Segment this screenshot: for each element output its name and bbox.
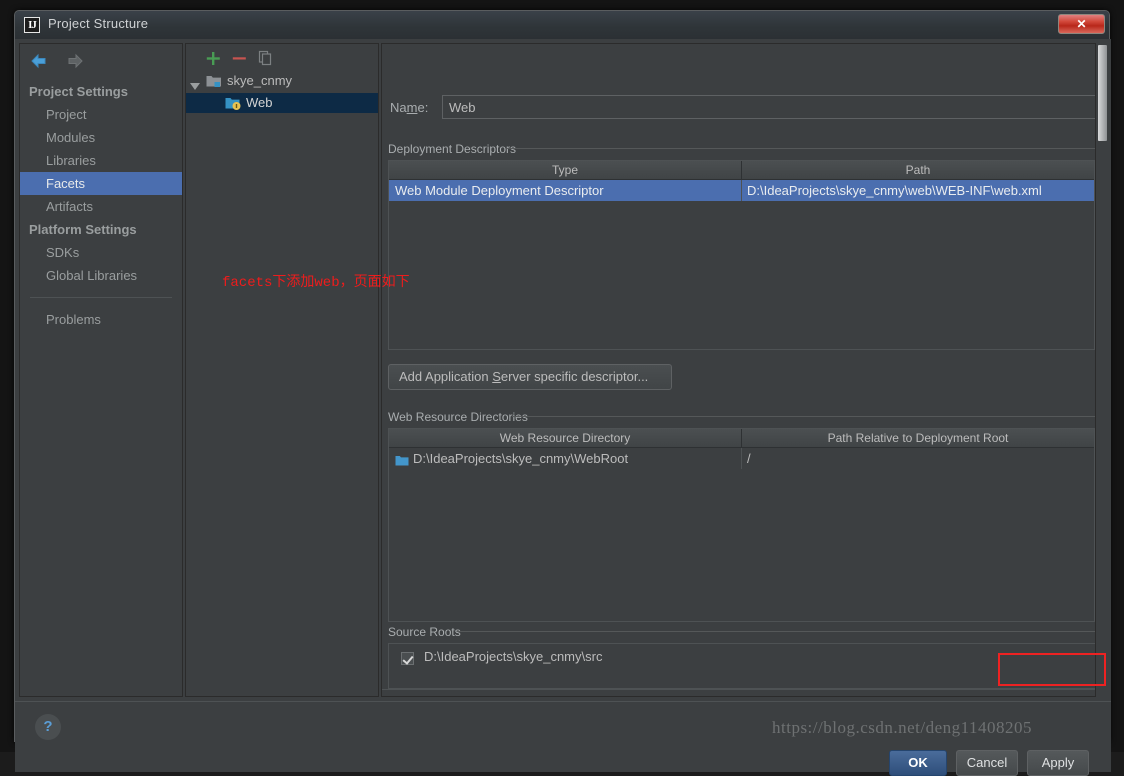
row-cell-divider — [741, 180, 742, 201]
deployment-descriptors-group-label: Deployment Descriptors — [388, 142, 521, 156]
web-resource-directories-group-label: Web Resource Directories — [388, 410, 533, 424]
tree-node-web-facet[interactable]: Web — [186, 93, 378, 113]
dialog-content: Project Settings Project Modules Librari… — [15, 39, 1111, 743]
column-header-web-resource-directory[interactable]: Web Resource Directory — [389, 429, 741, 447]
column-header-relative-path[interactable]: Path Relative to Deployment Root — [742, 429, 1094, 447]
sidebar-item-modules[interactable]: Modules — [20, 126, 182, 149]
title-bar: IJ Project Structure ✕ — [15, 11, 1109, 39]
tree-node-label: Web — [246, 93, 273, 113]
cell-path: D:\IdeaProjects\skye_cnmy\web\WEB-INF\we… — [747, 180, 1092, 201]
cell-relative-path: / — [747, 448, 1092, 469]
blog-watermark: https://blog.csdn.net/deng11408205 — [772, 718, 1032, 738]
apply-button[interactable]: Apply — [1027, 750, 1089, 776]
sidebar-item-libraries[interactable]: Libraries — [20, 149, 182, 172]
back-arrow-icon[interactable] — [29, 52, 49, 70]
group-separator — [507, 148, 1107, 149]
table-header-row: Web Resource Directory Path Relative to … — [389, 429, 1094, 448]
column-header-path[interactable]: Path — [742, 161, 1094, 179]
artifact-warning-bar: 'Web' Facet resources are not included i… — [382, 689, 1107, 697]
facet-detail-panel: Name: Deployment Descriptors Type Path W… — [381, 43, 1107, 697]
web-facet-icon — [225, 96, 241, 116]
sidebar-group-platform-settings: Platform Settings — [20, 218, 182, 241]
sidebar-item-problems[interactable]: Problems — [20, 308, 182, 331]
cell-type: Web Module Deployment Descriptor — [395, 180, 739, 201]
source-root-checkbox[interactable] — [401, 652, 414, 665]
tree-node-module[interactable]: skye_cnmy — [186, 71, 378, 91]
add-application-server-descriptor-button[interactable]: Add Application Server specific descript… — [388, 364, 672, 390]
add-facet-icon[interactable] — [204, 49, 222, 67]
sidebar-item-facets[interactable]: Facets — [20, 172, 182, 195]
copy-facet-icon[interactable] — [256, 49, 274, 67]
source-root-path: D:\IdeaProjects\skye_cnmy\src — [424, 649, 602, 664]
column-header-type[interactable]: Type — [389, 161, 741, 179]
intellij-logo-icon: IJ — [24, 17, 40, 33]
cell-directory: D:\IdeaProjects\skye_cnmy\WebRoot — [413, 448, 739, 469]
name-field-label: Name: — [390, 100, 428, 115]
sidebar-divider — [30, 297, 172, 298]
form-scrollbar-track[interactable] — [1095, 43, 1109, 697]
web-resource-directories-table: Web Resource Directory Path Relative to … — [388, 428, 1095, 622]
sidebar-item-sdks[interactable]: SDKs — [20, 241, 182, 264]
group-separator — [457, 631, 1107, 632]
remove-facet-icon[interactable] — [230, 49, 248, 67]
settings-sidebar: Project Settings Project Modules Librari… — [19, 43, 183, 697]
facet-name-input[interactable] — [442, 95, 1107, 119]
sidebar-item-project[interactable]: Project — [20, 103, 182, 126]
form-scrollbar-thumb[interactable] — [1098, 45, 1107, 141]
project-structure-dialog: IJ Project Structure ✕ Project Setting — [14, 10, 1110, 742]
group-separator — [512, 416, 1107, 417]
navigation-arrows — [29, 52, 97, 75]
tree-node-label: skye_cnmy — [227, 71, 292, 91]
sidebar-item-global-libraries[interactable]: Global Libraries — [20, 264, 182, 287]
facets-tree-toolbar — [186, 44, 378, 70]
ok-button[interactable]: OK — [889, 750, 947, 776]
deployment-descriptors-table: Type Path Web Module Deployment Descript… — [388, 160, 1095, 350]
red-annotation-text: facets下添加web，页面如下 — [222, 271, 410, 291]
source-roots-list: D:\IdeaProjects\skye_cnmy\src — [388, 643, 1107, 689]
cancel-button[interactable]: Cancel — [956, 750, 1018, 776]
facets-tree-panel: skye_cnmy Web — [185, 43, 379, 697]
module-folder-icon — [206, 74, 222, 94]
folder-icon — [395, 452, 409, 473]
source-roots-group-label: Source Roots — [388, 625, 466, 639]
sidebar-item-artifacts[interactable]: Artifacts — [20, 195, 182, 218]
sidebar-group-project-settings: Project Settings — [20, 80, 182, 103]
table-header-row: Type Path — [389, 161, 1094, 180]
close-window-button[interactable]: ✕ — [1058, 14, 1105, 34]
forward-arrow-icon — [65, 52, 85, 70]
window-title: Project Structure — [48, 16, 148, 31]
help-button[interactable]: ? — [35, 714, 61, 740]
row-cell-divider — [741, 448, 742, 469]
